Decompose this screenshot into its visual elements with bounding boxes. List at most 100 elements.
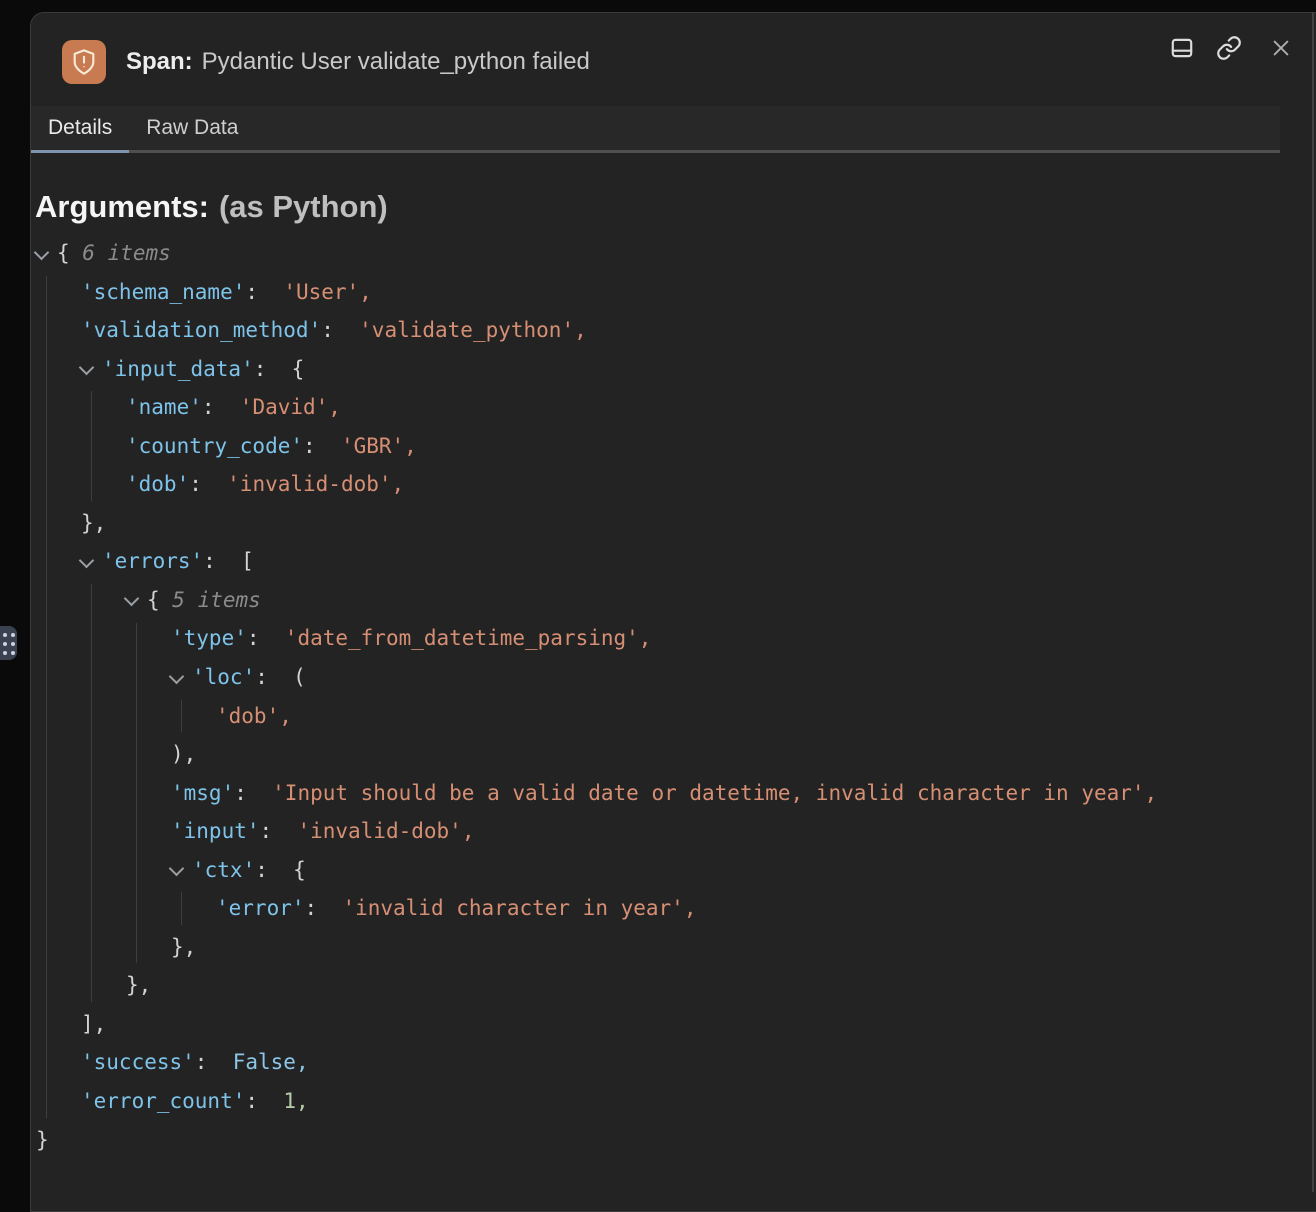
token-key: 'country_code' <box>126 434 303 458</box>
scrollbar-track[interactable] <box>1312 12 1314 1192</box>
token-meta: 6 items <box>82 241 171 265</box>
token-key: 'ctx' <box>192 858 255 882</box>
token-punct: : [ <box>203 549 254 573</box>
token-punct: ], <box>81 1012 106 1036</box>
span-title-text: Pydantic User validate_python failed <box>202 48 590 75</box>
panel-title: Span: Pydantic User validate_python faile… <box>126 34 590 90</box>
code-line: 'msg': 'Input should be a valid date or … <box>0 774 1316 813</box>
dock-panel-button[interactable] <box>1166 32 1198 64</box>
chevron-down-icon[interactable] <box>79 553 95 569</box>
code-line: 'ctx': { <box>0 851 1316 890</box>
chevron-down-icon[interactable] <box>79 360 95 376</box>
token-key: 'input' <box>171 819 260 843</box>
token-key: 'name' <box>126 395 202 419</box>
span-kind-badge <box>62 40 106 84</box>
code-line: 'dob': 'invalid-dob', <box>0 465 1316 504</box>
token-punct: : <box>321 318 359 342</box>
token-key: 'schema_name' <box>81 280 245 304</box>
code-line: 'loc': ( <box>0 658 1316 697</box>
token-key: 'input_data' <box>102 357 254 381</box>
token-punct: : { <box>254 357 305 381</box>
token-key: 'error_count' <box>81 1089 245 1113</box>
code-line: { 6 items <box>0 234 1316 273</box>
token-str: 'date_from_datetime_parsing', <box>285 626 652 650</box>
token-punct: : { <box>255 858 306 882</box>
code-line: } <box>0 1121 1316 1160</box>
token-str: 'GBR', <box>341 434 417 458</box>
code-line: }, <box>0 966 1316 1005</box>
grip-dots-icon <box>3 633 7 637</box>
token-punct: : <box>234 781 272 805</box>
code-line: { 5 items <box>0 581 1316 620</box>
close-button[interactable] <box>1265 32 1297 64</box>
token-punct: : <box>303 434 341 458</box>
code-line: 'success': False, <box>0 1043 1316 1082</box>
token-punct: : <box>195 1050 233 1074</box>
drawer-drag-handle[interactable] <box>0 626 17 660</box>
token-str: 'validate_python', <box>359 318 587 342</box>
chevron-down-icon[interactable] <box>124 591 140 607</box>
code-line: 'error': 'invalid character in year', <box>0 889 1316 928</box>
token-str: 'User', <box>283 280 372 304</box>
code-line: 'country_code': 'GBR', <box>0 427 1316 466</box>
token-punct: }, <box>126 973 151 997</box>
tab-details[interactable]: Details <box>31 106 129 150</box>
token-punct: }, <box>81 511 106 535</box>
code-line: 'dob', <box>0 697 1316 736</box>
code-line: }, <box>0 504 1316 543</box>
code-line: 'error_count': 1, <box>0 1082 1316 1121</box>
code-line: 'name': 'David', <box>0 388 1316 427</box>
token-str: 'invalid-dob', <box>227 472 404 496</box>
close-icon <box>1270 37 1292 59</box>
code-tree: { 6 items'schema_name': 'User','validati… <box>0 234 1316 1159</box>
code-line: 'errors': [ <box>0 542 1316 581</box>
token-punct: : <box>305 896 343 920</box>
code-line: 'input': 'invalid-dob', <box>0 812 1316 851</box>
arguments-heading-suffix: (as Python) <box>219 189 388 224</box>
link-icon <box>1216 35 1242 61</box>
code-line: 'validation_method': 'validate_python', <box>0 311 1316 350</box>
token-key: 'loc' <box>192 665 255 689</box>
token-str: 'invalid character in year', <box>342 896 696 920</box>
token-punct: : <box>245 1089 283 1113</box>
token-punct: : <box>202 395 240 419</box>
token-str: 'invalid-dob', <box>297 819 474 843</box>
chevron-down-icon[interactable] <box>169 861 185 877</box>
token-punct: : <box>189 472 227 496</box>
token-punct: : <box>260 819 298 843</box>
tab-raw-data[interactable]: Raw Data <box>129 106 255 150</box>
token-punct: { <box>57 241 82 265</box>
token-key: 'msg' <box>171 781 234 805</box>
token-meta: 5 items <box>172 588 261 612</box>
token-bool: False, <box>233 1050 309 1074</box>
code-line: 'input_data': { <box>0 350 1316 389</box>
chevron-down-icon[interactable] <box>34 244 50 260</box>
token-str: 'David', <box>240 395 341 419</box>
code-line: ), <box>0 735 1316 774</box>
shield-alert-icon <box>70 48 98 76</box>
token-key: 'errors' <box>102 549 203 573</box>
arguments-heading: Arguments: (as Python) <box>35 189 388 225</box>
token-key: 'dob' <box>126 472 189 496</box>
code-line: 'type': 'date_from_datetime_parsing', <box>0 619 1316 658</box>
span-label: Span: <box>126 48 193 75</box>
dock-bottom-icon <box>1169 35 1195 61</box>
token-key: 'error' <box>216 896 305 920</box>
code-line: ], <box>0 1005 1316 1044</box>
token-num: 1, <box>283 1089 308 1113</box>
token-key: 'validation_method' <box>81 318 321 342</box>
token-key: 'type' <box>171 626 247 650</box>
code-line: }, <box>0 928 1316 967</box>
token-str: 'dob', <box>216 704 292 728</box>
token-str: 'Input should be a valid date or datetim… <box>272 781 1157 805</box>
token-punct: { <box>147 588 172 612</box>
token-punct: } <box>36 1128 49 1152</box>
chevron-down-icon[interactable] <box>169 668 185 684</box>
token-key: 'success' <box>81 1050 195 1074</box>
arguments-heading-label: Arguments: <box>35 189 209 224</box>
code-line: 'schema_name': 'User', <box>0 273 1316 312</box>
copy-link-button[interactable] <box>1213 32 1245 64</box>
token-punct: : <box>247 626 285 650</box>
tab-bar: Details Raw Data <box>31 106 1280 153</box>
token-punct: }, <box>171 935 196 959</box>
